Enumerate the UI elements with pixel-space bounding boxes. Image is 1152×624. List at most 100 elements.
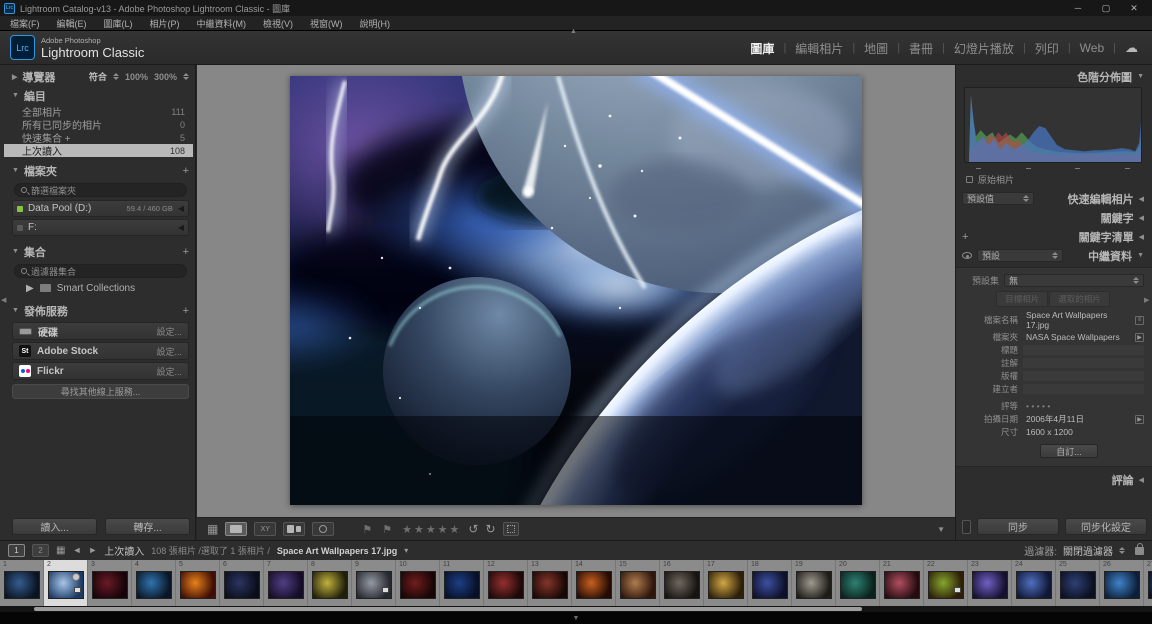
toolbar-options-icon[interactable]: ▼ — [937, 525, 945, 534]
metadata-preset-dropdown[interactable]: 無 — [1004, 274, 1144, 287]
filmstrip-thumbnail[interactable]: 12 — [484, 560, 528, 606]
checkbox-icon[interactable] — [966, 176, 973, 183]
expand-left-icon[interactable]: ◀ — [178, 204, 184, 213]
filmstrip-thumbnail[interactable]: 22 — [924, 560, 968, 606]
menu-view[interactable]: 檢視(V) — [263, 17, 293, 30]
menu-metadata[interactable]: 中繼資料(M) — [197, 17, 247, 30]
rating-dots[interactable]: • • • • • — [1023, 401, 1144, 411]
module-slideshow[interactable]: 幻燈片播放 — [954, 40, 1014, 57]
compare-view-icon[interactable]: XY — [254, 522, 276, 536]
metadata-view-dropdown[interactable]: 預設 — [977, 249, 1063, 262]
field-value[interactable]: 2006年4月11日 — [1023, 413, 1130, 425]
menu-file[interactable]: 檔案(F) — [10, 17, 40, 30]
menu-photo[interactable]: 相片(P) — [150, 17, 180, 30]
field-value[interactable]: NASA Space Wallpapers — [1023, 332, 1130, 342]
flag-pick-icon[interactable]: ⚑ — [362, 523, 375, 536]
menu-window[interactable]: 視窗(W) — [310, 17, 343, 30]
filmstrip-thumbnail[interactable]: 25 — [1056, 560, 1100, 606]
star-rating[interactable]: ★★★★★ — [402, 523, 461, 536]
thumbnail-image[interactable] — [136, 571, 172, 599]
rotate-left-icon[interactable]: ↺ — [468, 523, 478, 535]
metadata-header[interactable]: 預設 中繼資料 ▼ — [962, 246, 1144, 265]
thumbnail-image[interactable] — [620, 571, 656, 599]
filmstrip-thumbnail[interactable]: 11 — [440, 560, 484, 606]
publish-setup-link[interactable]: 設定... — [156, 325, 182, 338]
export-button[interactable]: 轉存... — [105, 518, 190, 535]
filmstrip-thumbnail[interactable]: 6 — [220, 560, 264, 606]
thumbnail-image[interactable] — [840, 571, 876, 599]
maximize-button[interactable]: ▢ — [1092, 0, 1120, 16]
navigate-overlay-icon[interactable] — [503, 522, 519, 536]
add-publish-service-icon[interactable]: + — [183, 305, 189, 317]
thumbnail-image[interactable] — [224, 571, 260, 599]
module-book[interactable]: 書冊 — [909, 40, 933, 57]
zoom-300[interactable]: 300% — [154, 72, 177, 82]
drive-data-pool[interactable]: Data Pool (D:) 59.4 / 460 GB ◀ — [12, 200, 189, 217]
thumbnail-image[interactable] — [972, 571, 1008, 599]
filmstrip-thumbnail[interactable]: 18 — [748, 560, 792, 606]
thumbnail-image[interactable] — [1016, 571, 1052, 599]
grid-view-shortcut-icon[interactable]: ▦ — [56, 546, 65, 556]
thumbnail-image[interactable] — [488, 571, 524, 599]
thumbnail-image[interactable] — [4, 571, 40, 599]
filmstrip-thumbnail[interactable]: 10 — [396, 560, 440, 606]
add-folder-icon[interactable]: + — [183, 165, 189, 177]
thumbnail-image[interactable] — [180, 571, 216, 599]
field-value[interactable] — [1023, 358, 1144, 368]
thumbnail-image[interactable] — [444, 571, 480, 599]
minimize-button[interactable]: ─ — [1064, 0, 1092, 16]
collections-header[interactable]: ▼ 集合 + — [12, 242, 189, 261]
publish-hard-drive[interactable]: 硬碟 設定... — [12, 322, 189, 340]
collection-filter-input[interactable]: 過濾器集合 — [14, 264, 187, 278]
quick-develop-header[interactable]: 預設值 快速編輯相片 ◀ — [962, 189, 1144, 208]
publish-setup-link[interactable]: 設定... — [156, 365, 182, 378]
sync-switch[interactable] — [962, 520, 971, 534]
left-panel-collapse-icon[interactable]: ◀ — [1, 296, 6, 304]
find-more-services-button[interactable]: 尋找其他線上服務... — [12, 384, 189, 399]
thumbnail-image[interactable] — [928, 571, 964, 599]
updown-icon[interactable] — [113, 73, 119, 80]
original-photo-row[interactable]: 原始相片 — [962, 172, 1144, 186]
close-button[interactable]: ✕ — [1120, 0, 1148, 16]
updown-icon[interactable] — [183, 73, 189, 80]
import-button[interactable]: 讀入... — [12, 518, 97, 535]
filter-lock-icon[interactable] — [1135, 547, 1144, 555]
right-panel-collapse-icon[interactable]: ▶ — [1144, 296, 1149, 304]
thumbnail-image[interactable] — [312, 571, 348, 599]
keyword-list-header[interactable]: + 關鍵字清單 ◀ — [962, 227, 1144, 246]
drive-f[interactable]: F: ◀ — [12, 219, 189, 236]
filmstrip-thumbnail[interactable]: 5 — [176, 560, 220, 606]
filmstrip-thumbnail[interactable]: 24 — [1012, 560, 1056, 606]
filmstrip-thumbnail[interactable]: 19 — [792, 560, 836, 606]
top-panel-collapse-icon[interactable]: ▲ — [570, 28, 577, 35]
survey-view-icon[interactable] — [283, 522, 305, 536]
second-window-button[interactable]: 2 — [32, 544, 49, 557]
thumbnail-image[interactable] — [576, 571, 612, 599]
zoom-100[interactable]: 100% — [125, 72, 148, 82]
filmstrip-thumbnail[interactable]: 23 — [968, 560, 1012, 606]
filmstrip-thumbnail[interactable]: 15 — [616, 560, 660, 606]
menu-edit[interactable]: 編輯(E) — [57, 17, 87, 30]
people-view-icon[interactable] — [312, 522, 334, 536]
module-develop[interactable]: 編輯相片 — [795, 40, 843, 57]
filmstrip-thumbnail[interactable]: 4 — [132, 560, 176, 606]
chevron-right-icon[interactable]: ▶ — [26, 283, 34, 294]
filmstrip-filename[interactable]: Space Art Wallpapers 17.jpg — [277, 546, 397, 556]
filmstrip-thumbnail[interactable]: 7 — [264, 560, 308, 606]
photo-space-art[interactable] — [290, 76, 862, 505]
tab-target-photo[interactable]: 目標相片 — [996, 291, 1048, 307]
smart-collections-row[interactable]: ▶ Smart Collections — [12, 281, 189, 295]
publish-adobe-stock[interactable]: St Adobe Stock 設定... — [12, 342, 189, 360]
folders-header[interactable]: ▼ 檔案夾 + — [12, 161, 189, 180]
publish-flickr[interactable]: Flickr 設定... — [12, 362, 189, 380]
catalog-previous-import[interactable]: 上次讀入 108 — [4, 144, 193, 157]
filmstrip-thumbnail[interactable]: 16 — [660, 560, 704, 606]
keywording-header[interactable]: 關鍵字 ◀ — [962, 208, 1144, 227]
scrollbar-thumb[interactable] — [34, 607, 862, 611]
forward-icon[interactable]: ► — [88, 546, 97, 555]
filter-dropdown[interactable]: 關閉過濾器 — [1063, 543, 1113, 558]
thumbnail-image[interactable] — [92, 571, 128, 599]
expand-left-icon[interactable]: ◀ — [178, 223, 184, 232]
back-icon[interactable]: ◄ — [72, 546, 81, 555]
filmstrip-thumbnail[interactable]: 3 — [88, 560, 132, 606]
